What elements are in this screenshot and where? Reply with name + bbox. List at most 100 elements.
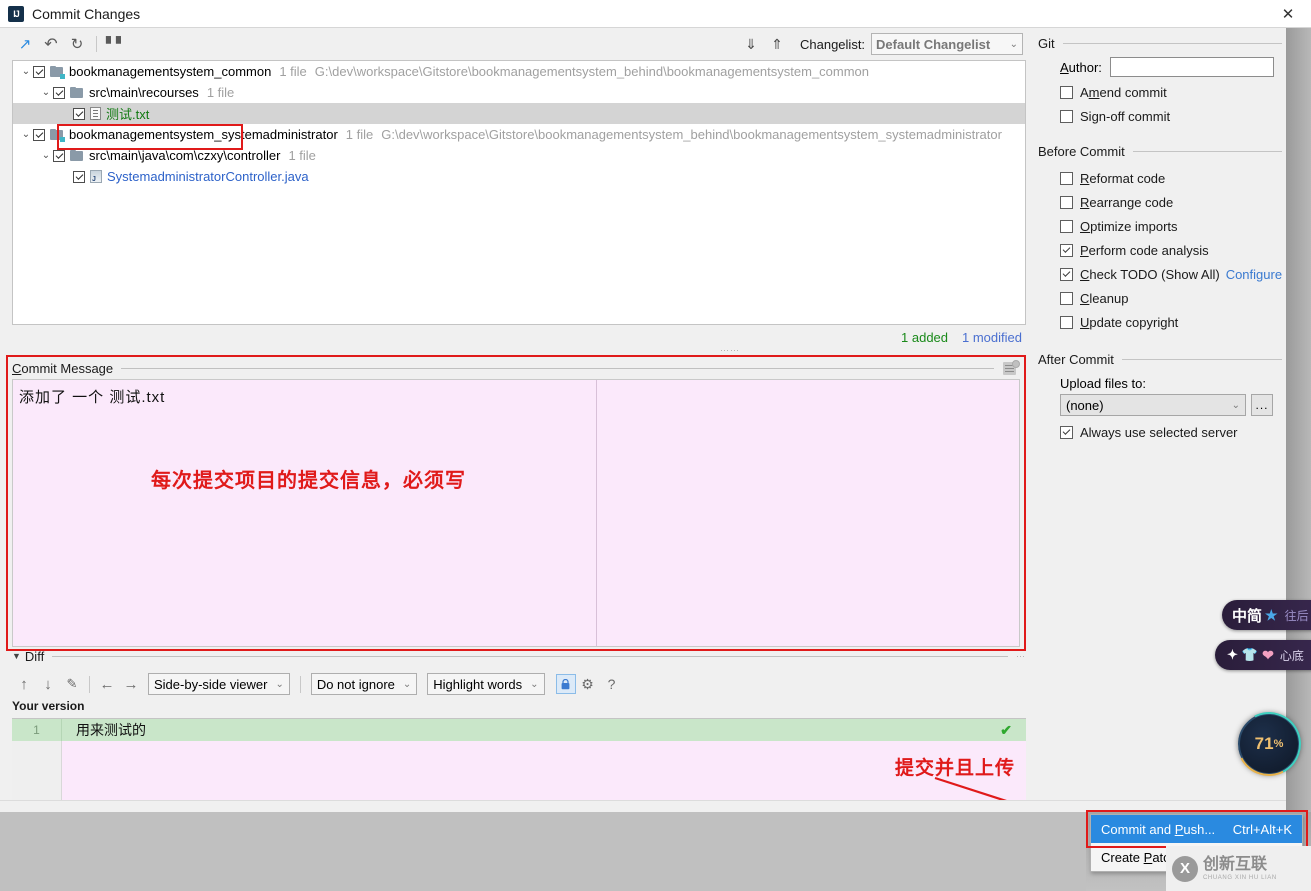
lock-icon[interactable]: [555, 674, 576, 694]
tree-row-checkbox[interactable]: [53, 149, 65, 162]
refresh-icon[interactable]: ↻: [64, 32, 90, 56]
perform-code-analysis-row[interactable]: Perform code analysis: [1038, 238, 1286, 262]
changes-tree[interactable]: ⌄ bookmanagementsystem_common 1 file G:\dev…: [12, 60, 1026, 325]
tree-row[interactable]: 测试.txt: [13, 103, 1025, 124]
status-modified: 1 modified: [962, 329, 1022, 345]
always-use-selected-server-row[interactable]: Always use selected server: [1038, 420, 1286, 444]
diff-splitter[interactable]: ⋯: [1016, 651, 1026, 662]
rollback-icon[interactable]: ↶: [38, 32, 64, 56]
rearrange-code-checkbox[interactable]: [1060, 195, 1073, 209]
tree-status-bar: 1 added 1 modified: [12, 328, 1026, 346]
tree-row[interactable]: ⌄ bookmanagementsystem_systemadministrato…: [13, 124, 1025, 145]
cleanup-row[interactable]: Cleanup: [1038, 286, 1286, 310]
amend-commit-row[interactable]: Amend commit: [1038, 80, 1286, 104]
upload-server-value: (none): [1066, 397, 1104, 413]
expand-arrow-icon[interactable]: ⌄: [39, 150, 53, 161]
section-rule: [52, 655, 1008, 657]
tree-row[interactable]: SystemadministratorController.java: [13, 166, 1025, 187]
commit-message-input[interactable]: 添加了 一个 测试.txt 每次提交项目的提交信息，必须写: [12, 379, 1020, 647]
diff-section-header: ▼ Diff ⋯: [12, 648, 1026, 664]
commit-message-right-pane[interactable]: [597, 380, 1019, 646]
gear-icon[interactable]: ⚙: [576, 672, 600, 696]
expand-arrow-icon[interactable]: ⌄: [19, 129, 33, 140]
highlight-mode-dropdown[interactable]: Highlight words ⌄: [427, 673, 545, 695]
tree-row[interactable]: ⌄ src\main\java\com\czxy\controller 1 file: [13, 145, 1025, 166]
previous-difference-icon[interactable]: ↑: [12, 672, 36, 696]
commit-changes-dialog: ↗ ↶ ↻ ▘▘ ⇓ ⇑ Changelist: Default Changel…: [0, 28, 1311, 891]
tree-row-checkbox[interactable]: [73, 107, 85, 120]
author-field[interactable]: [1109, 57, 1274, 77]
check-todo-row[interactable]: Check TODO (Show All) Configure: [1038, 262, 1286, 286]
expand-arrow-icon[interactable]: ⌄: [19, 66, 33, 77]
chevron-down-icon: ⌄: [402, 678, 412, 690]
desktop-background-left: [0, 812, 1086, 891]
collapse-all-icon[interactable]: ⇑: [764, 32, 790, 56]
tree-row[interactable]: ⌄ src\main\recourses 1 file: [13, 82, 1025, 103]
tree-row-meta: 1 file: [279, 64, 307, 79]
battery-widget: 71%: [1238, 713, 1300, 775]
group-rule: [1062, 42, 1282, 44]
battery-unit: %: [1273, 738, 1284, 750]
accept-right-icon[interactable]: →: [119, 672, 143, 696]
upload-server-dropdown[interactable]: (none) ⌄: [1060, 394, 1246, 416]
tree-row-label: src\main\recourses: [89, 85, 199, 100]
reformat-code-row[interactable]: Reformat code: [1038, 166, 1286, 190]
watermark: X 创新互联 CHUANG XIN HU LIAN: [1166, 846, 1311, 891]
check-todo-checkbox[interactable]: [1060, 267, 1073, 281]
commit-history-icon[interactable]: [1002, 360, 1020, 376]
expand-arrow-icon[interactable]: ⌄: [39, 87, 53, 98]
commit-message-left-pane[interactable]: 添加了 一个 测试.txt 每次提交项目的提交信息，必须写: [13, 380, 597, 646]
update-copyright-checkbox[interactable]: [1060, 315, 1073, 329]
viewer-mode-dropdown[interactable]: Side-by-side viewer ⌄: [148, 673, 290, 695]
sign-off-commit-checkbox[interactable]: [1060, 109, 1073, 123]
changelist-dropdown[interactable]: Default Changelist ⌄: [871, 33, 1024, 55]
browse-server-button[interactable]: ...: [1251, 394, 1273, 416]
toolbar-divider: [89, 675, 90, 693]
tree-row[interactable]: ⌄ bookmanagementsystem_common 1 file G:\dev…: [13, 61, 1025, 82]
optimize-imports-label: Optimize imports: [1080, 218, 1178, 234]
author-row: Author:: [1038, 54, 1286, 80]
question-icon[interactable]: ?: [600, 672, 624, 696]
tree-row-checkbox[interactable]: [33, 128, 45, 141]
expand-all-icon[interactable]: ⇓: [738, 32, 764, 56]
close-icon[interactable]: ✕: [1265, 0, 1311, 28]
commit-message-annotation: 每次提交项目的提交信息，必须写: [151, 470, 466, 492]
optimize-imports-checkbox[interactable]: [1060, 219, 1073, 233]
rearrange-code-label: Rearrange code: [1080, 194, 1174, 210]
shirt-icon: 👕: [1241, 647, 1259, 662]
show-diff-icon[interactable]: ↗: [12, 32, 38, 56]
menu-item-commit-and-push[interactable]: Commit and Push... Ctrl+Alt+K: [1091, 815, 1302, 843]
window-title: Commit Changes: [32, 5, 141, 22]
amend-commit-label: Amend commit: [1080, 84, 1167, 100]
ignore-mode-value: Do not ignore: [316, 676, 395, 692]
folder-icon: [70, 86, 84, 99]
accept-change-icon[interactable]: ✔: [1000, 722, 1012, 739]
tree-row-checkbox[interactable]: [53, 86, 65, 99]
group-by-icon[interactable]: ▘▘: [103, 32, 129, 56]
tree-splitter[interactable]: ⋯⋯: [700, 345, 760, 355]
rearrange-code-row[interactable]: Rearrange code: [1038, 190, 1286, 214]
commit-message-label: Commit Message: [12, 360, 114, 376]
edit-source-icon[interactable]: ✎: [60, 672, 84, 696]
cleanup-checkbox[interactable]: [1060, 291, 1073, 305]
configure-link[interactable]: Configure: [1226, 267, 1282, 282]
update-copyright-row[interactable]: Update copyright: [1038, 310, 1286, 334]
tree-row-checkbox[interactable]: [73, 170, 85, 183]
next-difference-icon[interactable]: ↓: [36, 672, 60, 696]
diff-section-title: Diff: [24, 648, 45, 664]
perform-code-analysis-checkbox[interactable]: [1060, 243, 1073, 257]
diff-toolbar: ↑ ↓ ✎ ← → Side-by-side viewer ⌄ Do not i…: [12, 670, 1026, 698]
commit-message-section: Commit Message 添加了 一个 测试.txt 每次提交项目的提交信息…: [6, 355, 1026, 651]
diff-viewer[interactable]: 1 用来测试的 ✔: [12, 718, 1026, 800]
amend-commit-checkbox[interactable]: [1060, 85, 1073, 99]
ignore-mode-dropdown[interactable]: Do not ignore ⌄: [310, 673, 418, 695]
collapse-caret-icon[interactable]: ▼: [12, 651, 21, 661]
accept-left-icon[interactable]: ←: [95, 672, 119, 696]
git-options-list: Amend commit Sign-off commit: [1038, 80, 1286, 128]
optimize-imports-row[interactable]: Optimize imports: [1038, 214, 1286, 238]
tree-row-checkbox[interactable]: [33, 65, 45, 78]
always-use-selected-server-checkbox[interactable]: [1060, 425, 1073, 439]
sign-off-commit-row[interactable]: Sign-off commit: [1038, 104, 1286, 128]
star-icon: ★: [1265, 606, 1278, 623]
reformat-code-checkbox[interactable]: [1060, 171, 1073, 185]
